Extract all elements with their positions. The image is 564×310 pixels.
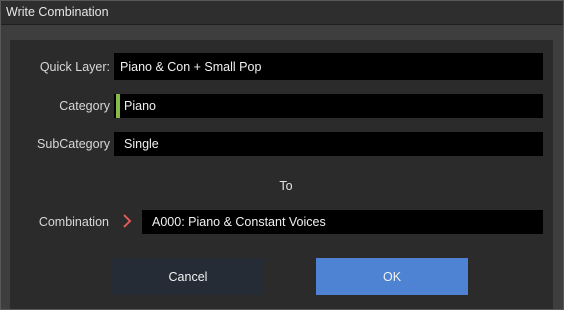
category-label: Category	[59, 99, 110, 113]
chevron-right-icon[interactable]	[122, 213, 132, 229]
write-combination-dialog: Write Combination Quick Layer: Piano & C…	[0, 0, 564, 310]
category-color-swatch	[116, 94, 120, 118]
combination-label: Combination	[38, 215, 109, 229]
dialog-body	[10, 40, 553, 309]
ok-button-label: OK	[382, 269, 402, 284]
quick-layer-label: Quick Layer:	[39, 60, 110, 74]
cancel-button[interactable]: Cancel	[112, 258, 264, 295]
category-field[interactable]	[114, 94, 543, 118]
subcategory-label: SubCategory	[37, 137, 110, 151]
to-label: To	[279, 179, 293, 193]
category-value: Piano	[124, 99, 156, 113]
subcategory-value: Single	[124, 137, 159, 151]
combination-value: A000: Piano & Constant Voices	[152, 215, 326, 229]
quick-layer-value: Piano & Con + Small Pop	[120, 60, 262, 74]
ok-button[interactable]: OK	[316, 258, 468, 295]
cancel-button-label: Cancel	[168, 269, 208, 284]
subcategory-field[interactable]	[114, 132, 543, 156]
dialog-titlebar: Write Combination	[1, 1, 563, 25]
dialog-title: Write Combination	[6, 5, 109, 19]
